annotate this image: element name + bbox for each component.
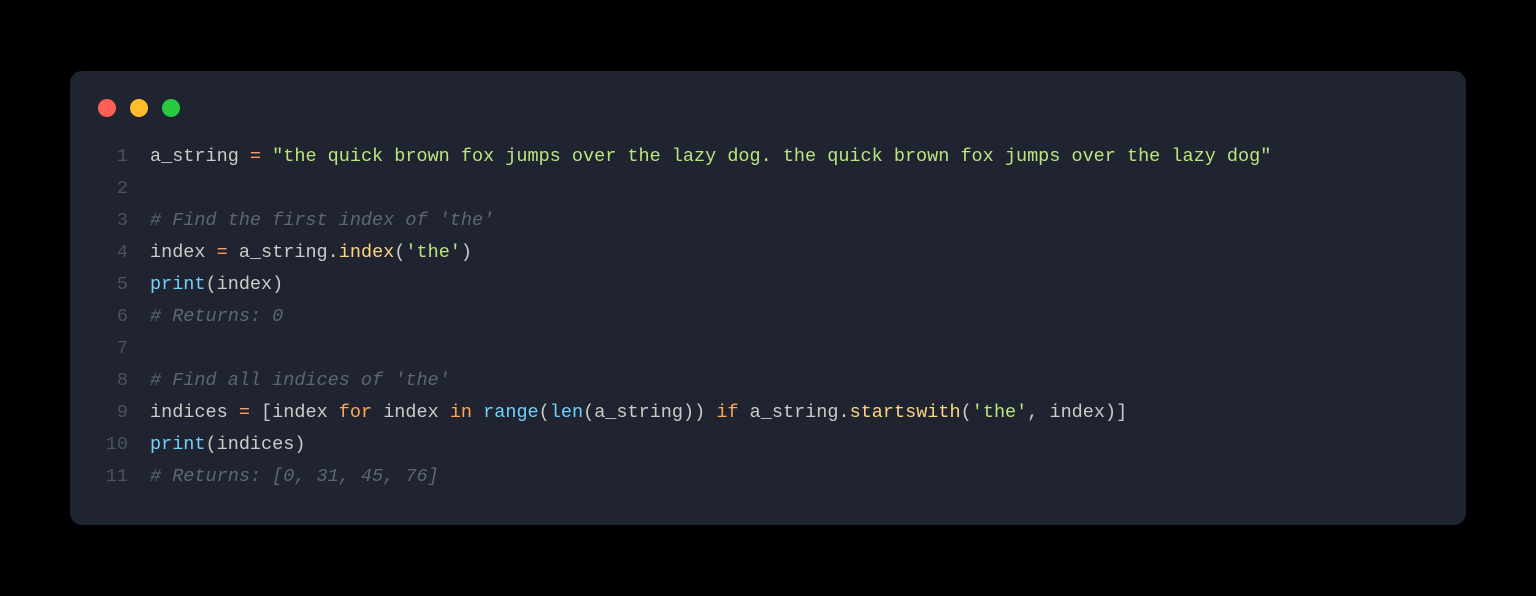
line-number: 6	[98, 301, 128, 333]
token-punct: [	[261, 402, 272, 423]
token-plain	[705, 402, 716, 423]
window-controls	[70, 99, 1466, 141]
token-plain: index	[150, 242, 217, 263]
token-string: 'the'	[405, 242, 461, 263]
line-number: 8	[98, 365, 128, 397]
code-line: 5print(index)	[98, 269, 1438, 301]
line-number: 9	[98, 397, 128, 429]
code-line: 8 # Find all indices of 'the'	[98, 365, 1438, 397]
token-func: startswith	[850, 402, 961, 423]
token-punct: .	[838, 402, 849, 423]
code-line: 7	[98, 333, 1438, 365]
token-punct: (	[206, 274, 217, 295]
code-window: 1a_string = "the quick brown fox jumps o…	[70, 71, 1466, 525]
token-plain: index	[217, 274, 273, 295]
code-content: indices = [index for index in range(len(…	[128, 397, 1127, 429]
line-number: 1	[98, 141, 128, 173]
token-comment: # Find all indices of 'the'	[150, 370, 450, 391]
code-content: # Returns: [0, 31, 45, 76]	[128, 461, 439, 493]
token-builtin: print	[150, 434, 206, 455]
token-punct: (	[539, 402, 550, 423]
code-content	[128, 173, 150, 205]
token-plain	[250, 402, 261, 423]
token-comment: # Find the first index of 'the'	[150, 210, 494, 231]
line-number: 3	[98, 205, 128, 237]
token-plain: a_string	[594, 402, 683, 423]
token-builtin: range	[483, 402, 539, 423]
code-content: index = a_string.index('the')	[128, 237, 472, 269]
token-plain: a_string	[150, 146, 250, 167]
code-content: # Find all indices of 'the'	[128, 365, 450, 397]
line-number: 4	[98, 237, 128, 269]
code-line: 4index = a_string.index('the')	[98, 237, 1438, 269]
line-number: 7	[98, 333, 128, 365]
line-number: 11	[98, 461, 128, 493]
token-comment: # Returns: 0	[150, 306, 283, 327]
code-editor[interactable]: 1a_string = "the quick brown fox jumps o…	[70, 141, 1466, 493]
code-content: # Returns: 0	[128, 301, 283, 333]
token-punct: (	[961, 402, 972, 423]
code-line: 3 # Find the first index of 'the'	[98, 205, 1438, 237]
token-plain: indices	[150, 402, 239, 423]
token-plain	[261, 146, 272, 167]
token-punct: )	[272, 274, 283, 295]
token-plain: index	[372, 402, 450, 423]
token-keyword: in	[450, 402, 472, 423]
token-punct: )]	[1105, 402, 1127, 423]
token-plain: index	[272, 402, 339, 423]
code-content: a_string = "the quick brown fox jumps ov…	[128, 141, 1271, 173]
line-number: 2	[98, 173, 128, 205]
token-punct: ,	[1027, 402, 1038, 423]
token-plain: index	[1038, 402, 1105, 423]
token-plain: a_string	[228, 242, 328, 263]
token-builtin: len	[550, 402, 583, 423]
token-op: =	[217, 242, 228, 263]
minimize-icon[interactable]	[130, 99, 148, 117]
token-plain	[472, 402, 483, 423]
token-comment: # Returns: [0, 31, 45, 76]	[150, 466, 439, 487]
line-number: 10	[98, 429, 128, 461]
token-punct: (	[583, 402, 594, 423]
close-icon[interactable]	[98, 99, 116, 117]
code-line: 11 # Returns: [0, 31, 45, 76]	[98, 461, 1438, 493]
token-keyword: if	[716, 402, 738, 423]
line-number: 5	[98, 269, 128, 301]
token-op: =	[250, 146, 261, 167]
code-content: print(indices)	[128, 429, 305, 461]
code-line: 9indices = [index for index in range(len…	[98, 397, 1438, 429]
code-line: 2	[98, 173, 1438, 205]
token-keyword: for	[339, 402, 372, 423]
code-content	[128, 333, 150, 365]
token-punct: .	[328, 242, 339, 263]
token-string: 'the'	[972, 402, 1028, 423]
code-line: 6 # Returns: 0	[98, 301, 1438, 333]
code-content: print(index)	[128, 269, 283, 301]
token-punct: (	[394, 242, 405, 263]
token-punct: )	[294, 434, 305, 455]
token-punct: ))	[683, 402, 705, 423]
token-func: index	[339, 242, 395, 263]
zoom-icon[interactable]	[162, 99, 180, 117]
code-content: # Find the first index of 'the'	[128, 205, 494, 237]
token-punct: (	[206, 434, 217, 455]
token-plain: a_string	[739, 402, 839, 423]
token-string: "the quick brown fox jumps over the lazy…	[272, 146, 1271, 167]
code-line: 10print(indices)	[98, 429, 1438, 461]
code-line: 1a_string = "the quick brown fox jumps o…	[98, 141, 1438, 173]
token-punct: )	[461, 242, 472, 263]
token-builtin: print	[150, 274, 206, 295]
token-plain: indices	[217, 434, 295, 455]
token-op: =	[239, 402, 250, 423]
